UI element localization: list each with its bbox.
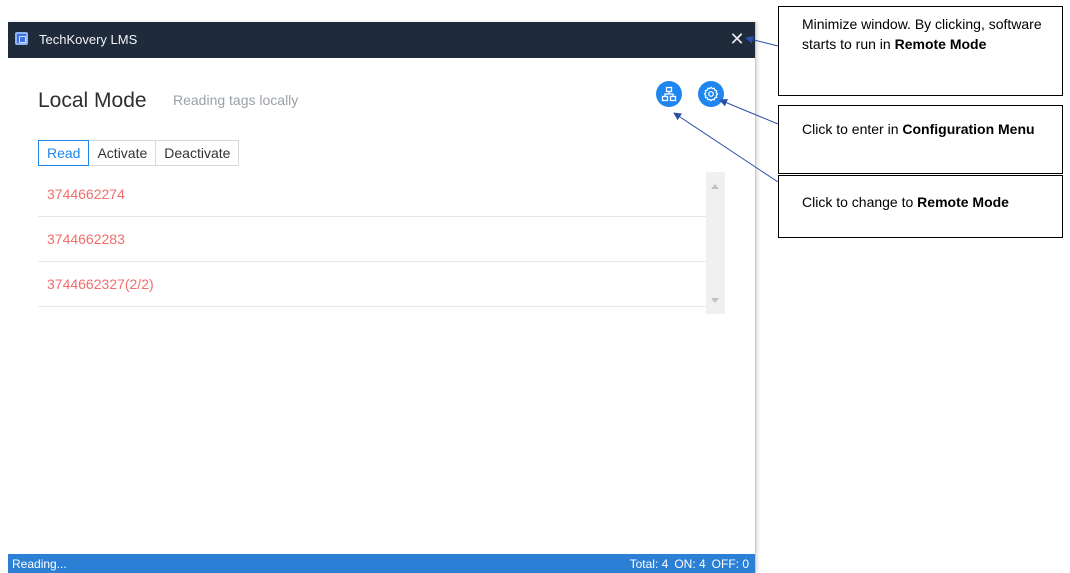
- config-arrow: [719, 98, 779, 125]
- remote-arrow: [673, 112, 779, 183]
- minimize-arrow: [745, 35, 779, 47]
- annotation-arrows: [673, 35, 779, 183]
- tab-read[interactable]: Read: [38, 140, 90, 166]
